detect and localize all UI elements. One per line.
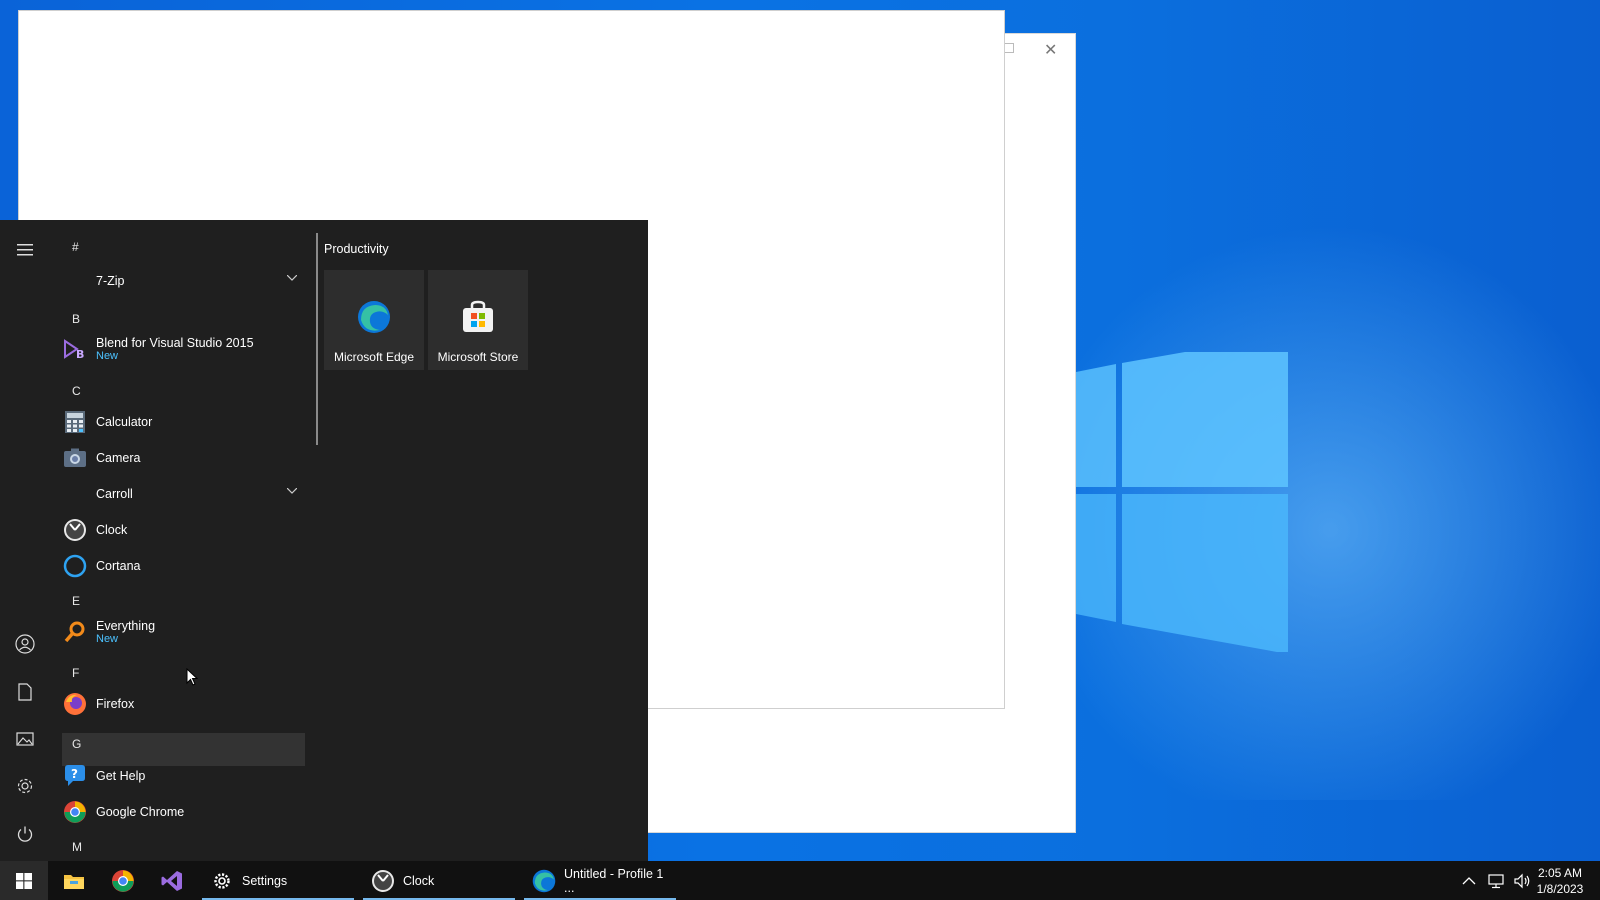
everything-icon [62, 619, 88, 645]
app-label: Carroll [96, 487, 133, 501]
app-item-google-chrome[interactable]: Google Chrome [60, 794, 305, 830]
app-label: Firefox [96, 697, 135, 711]
letter-header[interactable]: F [72, 666, 79, 680]
calculator-icon [62, 409, 88, 435]
tile-microsoft-store[interactable]: Microsoft Store [428, 270, 528, 370]
app-list-scrollbar[interactable] [316, 233, 318, 445]
close-icon[interactable]: ✕ [1044, 40, 1057, 60]
app-label: Cortana [96, 559, 141, 573]
cortana-icon [62, 553, 88, 579]
settings-icon[interactable] [13, 774, 37, 798]
maximize-icon[interactable] [1004, 43, 1014, 53]
app-item-everything[interactable]: Everything New [60, 614, 305, 650]
start-menu: # 7-Zip B B Blend for Visual Studio 2015… [0, 220, 648, 861]
app-label: 7-Zip [96, 274, 125, 288]
firefox-icon [62, 691, 88, 717]
chevron-down-icon[interactable] [287, 488, 297, 494]
clock-icon [62, 517, 88, 543]
app-item-firefox[interactable]: Firefox [60, 686, 305, 722]
taskbar-clock[interactable]: 2:05 AM 1/8/2023 [1530, 865, 1590, 897]
chrome-icon [112, 869, 134, 892]
app-item-get-help[interactable]: ? Get Help [60, 758, 305, 794]
taskbar-app-settings[interactable]: Settings [202, 861, 354, 900]
tile-label: Microsoft Edge [333, 350, 415, 364]
blend-icon: B [62, 336, 88, 362]
new-badge: New [96, 633, 119, 645]
taskbar-app-label: Settings [242, 873, 288, 888]
mouse-cursor [186, 668, 198, 686]
gear-icon [210, 869, 234, 893]
letter-header[interactable]: C [72, 384, 81, 398]
app-label: Calculator [96, 415, 153, 429]
app-item-camera[interactable]: Camera [60, 440, 305, 476]
documents-icon[interactable] [13, 680, 37, 704]
clock-date: 1/8/2023 [1536, 882, 1584, 896]
app-label: Camera [96, 451, 141, 465]
taskbar-app-label: Clock [403, 873, 435, 888]
edge-icon [358, 301, 390, 333]
app-item-carroll[interactable]: Carroll [60, 476, 305, 512]
tile-microsoft-edge[interactable]: Microsoft Edge [324, 270, 424, 370]
letter-header[interactable]: # [72, 240, 79, 254]
app-list: # 7-Zip B B Blend for Visual Studio 2015… [60, 220, 310, 861]
system-tray [1462, 861, 1532, 900]
app-label: Get Help [96, 769, 146, 783]
app-item-calculator[interactable]: Calculator [60, 404, 305, 440]
taskbar-app-label: Untitled - Profile 1 ... [564, 866, 664, 895]
visual-studio-icon [161, 870, 182, 891]
user-icon[interactable] [13, 632, 37, 656]
visual-studio-button[interactable] [148, 861, 196, 900]
letter-header[interactable]: B [72, 312, 80, 326]
get-help-icon: ? [62, 763, 88, 789]
app-item-blend[interactable]: B Blend for Visual Studio 2015 New [60, 331, 305, 367]
app-item-cortana[interactable]: Cortana [60, 548, 305, 584]
camera-icon [62, 445, 88, 471]
folder-icon [62, 268, 88, 294]
new-badge: New [96, 350, 119, 362]
app-item-clock[interactable]: Clock [60, 512, 305, 548]
app-label: Clock [96, 523, 128, 537]
chevron-down-icon[interactable] [287, 275, 297, 281]
clock-icon [371, 869, 395, 893]
svg-text:B: B [76, 348, 84, 361]
svg-text:?: ? [71, 767, 78, 781]
chrome-taskbar-button[interactable] [99, 861, 147, 900]
chrome-icon [62, 799, 88, 825]
edge-icon [532, 869, 556, 893]
letter-header[interactable]: G [72, 737, 81, 751]
file-explorer-button[interactable] [50, 861, 98, 900]
network-icon[interactable] [1488, 873, 1506, 889]
taskbar: Settings Clock Untitled - Profile 1 ... … [0, 861, 1600, 900]
taskbar-app-clock[interactable]: Clock [363, 861, 515, 900]
letter-header[interactable]: E [72, 594, 80, 608]
chevron-up-icon[interactable] [1462, 876, 1476, 886]
pictures-icon[interactable] [13, 727, 37, 751]
app-item-7zip[interactable]: 7-Zip [60, 263, 305, 299]
app-label: Blend for Visual Studio 2015 [96, 336, 254, 350]
windows-icon [16, 872, 32, 889]
app-label: Google Chrome [96, 805, 185, 819]
letter-header[interactable]: M [72, 840, 82, 854]
taskbar-app-edge[interactable]: Untitled - Profile 1 ... [524, 861, 676, 900]
start-rail [0, 220, 50, 861]
folder-icon [62, 481, 88, 507]
app-label: Everything [96, 619, 156, 633]
start-button[interactable] [0, 861, 48, 900]
tile-group-title[interactable]: Productivity [324, 242, 389, 256]
power-icon[interactable] [13, 822, 37, 846]
tile-label: Microsoft Store [437, 350, 519, 364]
windows-wallpaper-logo [1076, 352, 1288, 652]
menu-icon[interactable] [13, 238, 37, 262]
file-explorer-icon [64, 874, 84, 889]
store-icon [463, 300, 493, 332]
clock-time: 2:05 AM [1537, 866, 1583, 880]
